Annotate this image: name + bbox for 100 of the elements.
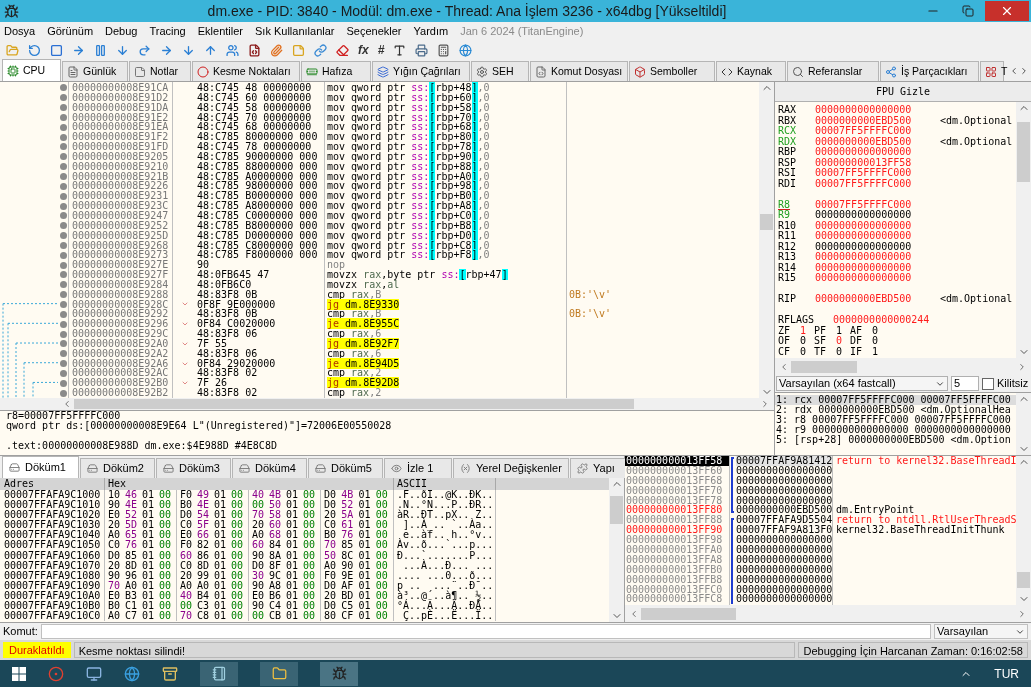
column-header[interactable]: Adres	[0, 478, 105, 490]
register-value[interactable]: 0000000000000244	[833, 315, 930, 326]
argument-count-spinner[interactable]: 5	[951, 376, 979, 391]
flag-value[interactable]: 0	[836, 336, 843, 347]
paperclip-icon[interactable]	[270, 43, 283, 57]
tab[interactable]: İzle 1	[384, 458, 452, 478]
command-field[interactable]	[40, 624, 931, 639]
scroll-thumb[interactable]	[760, 214, 773, 230]
scroll-right-icon[interactable]	[1017, 608, 1027, 619]
scroll-thumb[interactable]	[641, 607, 736, 620]
menu-item[interactable]: Sık Kullanılanlar	[255, 22, 335, 40]
step-down-icon[interactable]	[182, 43, 195, 57]
windows-logo-icon[interactable]	[12, 666, 26, 681]
flag-value[interactable]: 0	[872, 336, 879, 347]
tab[interactable]: Hafıza	[301, 61, 371, 81]
argument-row[interactable]: 1: rcx 00007FF5FFFFC000 00007FF5FFFFC00	[775, 395, 1016, 405]
register-value[interactable]: 0000000000000000	[815, 273, 940, 284]
scrollbar[interactable]	[759, 82, 774, 398]
taskbar-app-button[interactable]	[320, 661, 358, 686]
menu-item[interactable]: Debug	[105, 22, 138, 40]
flag-value[interactable]: 0	[836, 346, 843, 357]
tab[interactable]: Döküm1	[2, 456, 79, 478]
pause-icon[interactable]	[94, 43, 107, 57]
scrollbar[interactable]	[1016, 456, 1031, 605]
column-header[interactable]: Hex	[105, 478, 394, 490]
argument-row[interactable]: 4: r9 0000000000000000 0000000000000000	[775, 425, 1016, 435]
register-value[interactable]: 0000000000EBD500	[815, 136, 940, 147]
register-value[interactable]: 0000000000000000	[815, 220, 940, 231]
run-icon[interactable]	[72, 43, 85, 57]
tab[interactable]: CPU	[2, 59, 61, 81]
scroll-thumb[interactable]	[610, 496, 623, 524]
calculator-icon[interactable]	[437, 43, 451, 57]
command-mode-dropdown[interactable]: Varsayılan	[934, 624, 1028, 639]
tab[interactable]: Yapı	[570, 458, 626, 478]
tab[interactable]: İş Parçacıkları	[880, 61, 979, 81]
menu-item[interactable]: Seçenekler	[346, 22, 402, 40]
toolbar-glyph[interactable]: fx	[358, 41, 369, 59]
menu-item[interactable]: Yardım	[413, 22, 449, 40]
note-icon[interactable]	[292, 43, 305, 57]
register-value[interactable]: 00007FF5FFFFC000	[815, 126, 940, 137]
register-value[interactable]: 00007FF5FFFFC000	[815, 168, 940, 179]
register-value[interactable]: 0000000000000000	[815, 147, 940, 158]
register-value[interactable]: 0000000000000000	[815, 105, 940, 116]
menu-item[interactable]: Görünüm	[47, 22, 94, 40]
run-selection-icon[interactable]	[160, 43, 173, 57]
taskbar-app-button[interactable]	[200, 661, 238, 686]
scroll-left-icon[interactable]	[779, 361, 789, 372]
link-icon[interactable]	[314, 43, 327, 57]
register-value[interactable]: 00007FF5FFFFC000	[815, 199, 940, 210]
users-icon[interactable]	[226, 43, 239, 57]
tab[interactable]: Günlük	[62, 61, 128, 81]
eraser-icon[interactable]	[336, 43, 349, 57]
tab[interactable]: Kaynak	[716, 61, 786, 81]
argument-row[interactable]: 5: [rsp+28] 0000000000EBD500 <dm.Option	[775, 435, 1016, 445]
scroll-left-icon[interactable]	[62, 399, 72, 409]
stop-icon[interactable]	[50, 43, 63, 57]
menu-item[interactable]: Eklentiler	[197, 22, 243, 40]
flag-value[interactable]: 0	[800, 346, 807, 357]
register-value[interactable]: 0000000000000000	[815, 241, 940, 252]
archive-icon[interactable]	[162, 665, 178, 682]
register-value[interactable]: 0000000000EBD500	[815, 294, 940, 305]
register-value[interactable]: 0000000000000000	[815, 262, 940, 273]
scroll-right-icon[interactable]	[1017, 361, 1027, 372]
language-indicator[interactable]: TUR	[994, 664, 1019, 683]
scrollbar[interactable]	[1016, 393, 1031, 455]
register-value[interactable]: 0000000000EBD500	[815, 115, 940, 126]
printer-icon[interactable]	[415, 43, 429, 57]
scrollbar[interactable]	[1016, 102, 1031, 358]
register-value[interactable]: 000000000013FF58	[815, 157, 940, 168]
tab[interactable]: Döküm3	[156, 458, 231, 478]
fpu-toggle-button[interactable]: FPU Gizle	[775, 82, 1031, 102]
tab[interactable]: Semboller	[629, 61, 715, 81]
tab[interactable]: Komut Dosyası	[530, 61, 628, 81]
tab[interactable]: Kesme Noktaları	[192, 61, 300, 81]
font-icon[interactable]	[393, 43, 407, 57]
argument-row[interactable]: 3: r8 00007FF5FFFFC000 00007FF5FFFFC000	[775, 415, 1016, 425]
scroll-thumb[interactable]	[74, 399, 634, 409]
scroll-thumb[interactable]	[791, 360, 857, 373]
taskbar-app-button[interactable]	[260, 661, 298, 686]
register-value[interactable]: 00007FF5FFFFC000	[815, 178, 940, 189]
tab[interactable]: Döküm2	[80, 458, 155, 478]
unlock-checkbox[interactable]	[982, 377, 994, 390]
menu-item[interactable]: Tracing	[149, 22, 186, 40]
register-value[interactable]: 0000000000000000	[815, 231, 940, 242]
script-icon[interactable]	[248, 43, 261, 57]
flag-value[interactable]: 0	[872, 325, 879, 336]
tab-scroll-left-icon[interactable]	[1009, 66, 1019, 76]
scroll-right-icon[interactable]	[760, 399, 770, 409]
flag-value[interactable]: 1	[872, 346, 879, 357]
scroll-thumb[interactable]	[1017, 572, 1030, 588]
menu-item[interactable]: Dosya	[4, 22, 36, 40]
tab[interactable]: Referanslar	[787, 61, 879, 81]
scroll-left-icon[interactable]	[629, 608, 639, 619]
step-into-icon[interactable]	[116, 43, 129, 57]
flag-value[interactable]: 1	[836, 325, 843, 336]
tab[interactable]: Döküm5	[308, 458, 383, 478]
monitor-icon[interactable]	[86, 665, 102, 682]
flag-value[interactable]: 1	[800, 325, 807, 336]
calling-convention-dropdown[interactable]: Varsayılan (x64 fastcall)	[776, 376, 948, 391]
argument-row[interactable]: 2: rdx 0000000000EBD500 <dm.OptionalHea	[775, 405, 1016, 415]
